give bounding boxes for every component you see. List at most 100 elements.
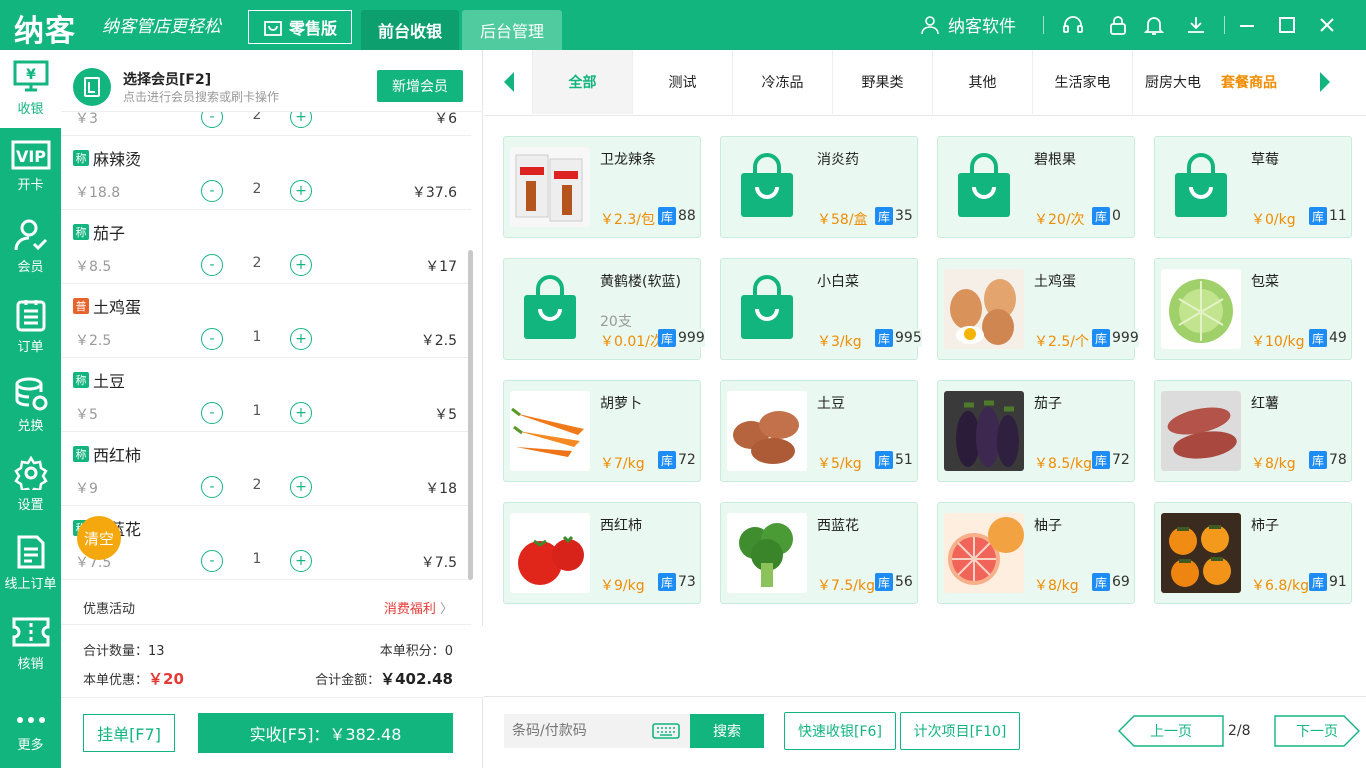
qty-minus-button[interactable]: - <box>201 550 223 572</box>
category-tab[interactable]: 其他 <box>932 50 1032 114</box>
nav-settings[interactable]: 设置 <box>0 446 61 524</box>
qty-plus-button[interactable]: + <box>290 328 312 350</box>
category-tab-all[interactable]: 全部 <box>532 50 632 114</box>
cart-scrollbar[interactable] <box>468 250 473 580</box>
tab-front-cashier[interactable]: 前台收银 <box>361 10 459 50</box>
qty-minus-button[interactable]: - <box>201 112 223 128</box>
product-card[interactable]: 柿子 ￥6.8/kg 库 91 <box>1154 502 1352 604</box>
tab-back-management[interactable]: 后台管理 <box>462 10 562 50</box>
qty-plus-button[interactable]: + <box>290 180 312 202</box>
user-account[interactable]: 纳客软件 <box>920 12 1016 37</box>
search-button[interactable]: 搜索 <box>690 714 764 748</box>
cart-item[interactable]: 称 土豆 ￥5 - 1 + ￥5 <box>61 358 471 432</box>
category-next-icon[interactable] <box>1320 72 1330 92</box>
category-tab[interactable]: 测试 <box>632 50 732 114</box>
cart-item[interactable]: 称 麻辣烫 ￥18.8 - 2 + ￥37.6 <box>61 136 471 210</box>
stock-count: 0 <box>1112 208 1121 224</box>
add-member-button[interactable]: 新增会员 <box>377 70 463 102</box>
product-card[interactable]: 土豆 ￥5/kg 库 51 <box>720 380 918 482</box>
retail-edition-button[interactable]: 零售版 <box>248 10 352 44</box>
qty-minus-button[interactable]: - <box>201 328 223 350</box>
product-card[interactable]: 西蓝花 ￥7.5/kg 库 56 <box>720 502 918 604</box>
product-card[interactable]: 包菜 ￥10/kg 库 49 <box>1154 258 1352 360</box>
product-image <box>510 391 590 471</box>
product-stock: 库 73 <box>658 573 696 591</box>
prev-page-button[interactable]: 上一页 <box>1118 715 1224 747</box>
product-card[interactable]: 消炎药 ￥58/盒库 35 <box>720 136 918 238</box>
nav-label: 会员 <box>17 260 44 275</box>
nav-label: 收银 <box>17 102 44 117</box>
total-count: 合计数量：13 <box>83 640 165 659</box>
category-tab-package[interactable]: 套餐商品 <box>1206 50 1292 114</box>
category-tab[interactable]: 野果类 <box>832 50 932 114</box>
top-bar: 纳客 纳客管店更轻松 零售版 前台收银 后台管理 纳客软件 <box>0 0 1366 50</box>
nav-order[interactable]: 订单 <box>0 288 61 366</box>
nav-exchange[interactable]: 兑换 <box>0 367 61 445</box>
download-icon[interactable] <box>1185 14 1207 36</box>
total-count-label: 合计数量： <box>83 644 149 659</box>
category-tab[interactable]: 厨房大电 <box>1132 50 1208 114</box>
qty-minus-button[interactable]: - <box>201 254 223 276</box>
product-card[interactable]: 胡萝卜 ￥7/kg 库 72 <box>503 380 701 482</box>
retail-edition-label: 零售版 <box>288 19 337 38</box>
product-card[interactable]: 卫龙辣条 ￥2.3/包库 88 <box>503 136 701 238</box>
product-card[interactable]: 小白菜 ￥3/kg 库 995 <box>720 258 922 360</box>
product-card[interactable]: 茄子 ￥8.5/kg 库 72 <box>937 380 1135 482</box>
maximize-icon[interactable] <box>1276 14 1298 36</box>
product-card[interactable]: 土鸡蛋 ￥2.5/个库 999 <box>937 258 1139 360</box>
cart-item[interactable]: 称 西红柿 ￥9 - 2 + ￥18 <box>61 432 471 506</box>
qty-plus-button[interactable]: + <box>290 550 312 572</box>
product-stock: 库 49 <box>1309 329 1347 347</box>
product-card[interactable]: 碧根果 ￥20/次库 0 <box>937 136 1135 238</box>
product-card[interactable]: 柚子 ￥8/kg 库 69 <box>937 502 1135 604</box>
promo-link[interactable]: 消费福利 〉 <box>384 598 453 617</box>
nav-online-order[interactable]: 线上订单 <box>0 525 61 603</box>
qty-plus-button[interactable]: + <box>290 254 312 276</box>
bell-icon[interactable] <box>1143 14 1165 36</box>
minimize-icon[interactable] <box>1236 14 1258 36</box>
category-prev-icon[interactable] <box>504 72 514 92</box>
product-card[interactable]: 西红柿 ￥9/kg 库 73 <box>503 502 701 604</box>
qty-minus-button[interactable]: - <box>201 476 223 498</box>
next-page-button[interactable]: 下一页 <box>1274 715 1360 747</box>
nav-cashier[interactable]: ¥ 收银 <box>0 50 61 128</box>
hang-order-button[interactable]: 挂单[F7] <box>83 714 175 752</box>
qty-plus-button[interactable]: + <box>290 476 312 498</box>
category-tab[interactable]: 冷冻品 <box>732 50 832 114</box>
qty-plus-button[interactable]: + <box>290 112 312 128</box>
product-price: ￥2.5/个 <box>1034 334 1089 350</box>
close-icon[interactable] <box>1316 14 1338 36</box>
stock-badge: 库 <box>1092 329 1110 347</box>
nav-more[interactable]: 更多 <box>0 690 61 768</box>
order-points-label: 本单积分： <box>379 644 445 659</box>
nav-verify[interactable]: 核销 <box>0 605 61 683</box>
count-item-button[interactable]: 计次项目[F10] <box>900 712 1020 750</box>
lock-icon[interactable] <box>1107 14 1129 36</box>
qty-minus-button[interactable]: - <box>201 180 223 202</box>
order-total: 合计金额：￥402.48 <box>315 668 453 689</box>
keyboard-icon[interactable] <box>652 723 680 739</box>
product-price: ￥8/kg <box>1034 578 1079 594</box>
product-card[interactable]: 草莓 ￥0/kg 库 11 <box>1154 136 1352 238</box>
pay-button[interactable]: 实收[F5]：￥382.48 <box>198 713 453 753</box>
nav-open-card[interactable]: VIP 开卡 <box>0 130 61 208</box>
cart-item[interactable]: 普 土鸡蛋 ￥2.5 - 1 + ￥2.5 <box>61 284 471 358</box>
clear-cart-button[interactable]: 清空 <box>77 516 121 560</box>
cart-item[interactable]: 称 西蓝花 ￥7.5 - 1 + ￥7.5 <box>61 506 471 580</box>
quick-cash-button[interactable]: 快速收银[F6] <box>784 712 896 750</box>
cart-item[interactable]: 称 茄子 ￥8.5 - 2 + ￥17 <box>61 210 471 284</box>
nav-member[interactable]: 会员 <box>0 208 61 286</box>
member-select[interactable]: 选择会员[F2] 点击进行会员搜索或刷卡操作 新增会员 <box>61 50 483 112</box>
left-nav: ¥ 收银 VIP 开卡 会员 订单 兑换 设置 线上订单 核销 更多 <box>0 50 61 768</box>
category-tab[interactable]: 生活家电 <box>1032 50 1132 114</box>
headset-icon[interactable] <box>1062 14 1084 36</box>
qty-plus-button[interactable]: + <box>290 402 312 424</box>
item-price: ￥3 <box>75 112 98 127</box>
product-card[interactable]: 红薯 ￥8/kg 库 78 <box>1154 380 1352 482</box>
product-card[interactable]: 黄鹤楼(软蓝) 20支 ￥0.01/次库 999 <box>503 258 705 360</box>
qty-minus-button[interactable]: - <box>201 402 223 424</box>
promo-row[interactable]: 优惠活动 消费福利 〉 <box>61 585 471 625</box>
product-image <box>1161 269 1241 349</box>
app-logo: 纳客 <box>14 14 76 49</box>
member-subtitle: 点击进行会员搜索或刷卡操作 <box>123 90 280 104</box>
